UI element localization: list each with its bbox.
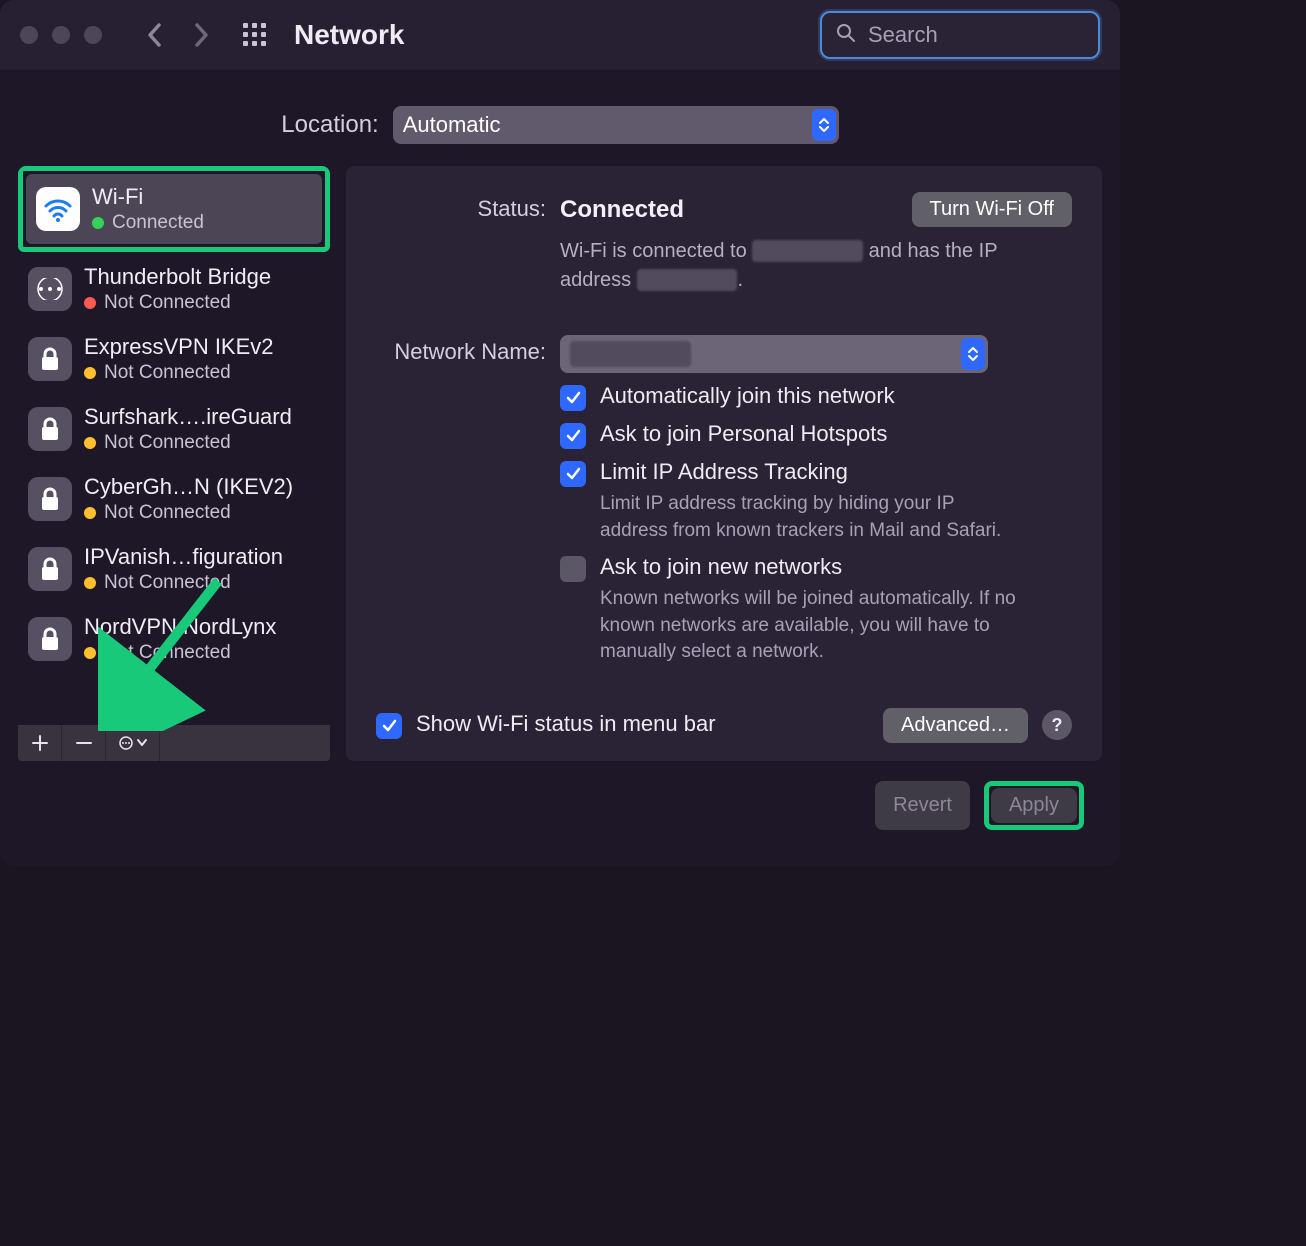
nav-buttons xyxy=(142,22,214,48)
service-status: Not Connected xyxy=(104,292,231,314)
service-item-thunderbolt[interactable]: Thunderbolt Bridge Not Connected xyxy=(18,254,330,324)
service-status: Not Connected xyxy=(104,572,231,594)
detail-bottom-bar: Show Wi-Fi status in menu bar Advanced… … xyxy=(376,688,1072,743)
search-input[interactable] xyxy=(868,22,1120,48)
lock-icon xyxy=(28,617,72,661)
checkbox-checked-icon xyxy=(560,385,586,411)
service-status: Not Connected xyxy=(104,502,231,524)
minimize-window-button[interactable] xyxy=(52,26,70,44)
checkbox-label: Limit IP Address Tracking xyxy=(600,459,1020,485)
service-detail-pane: Status: Connected Turn Wi-Fi Off Wi-Fi i… xyxy=(346,166,1102,761)
service-name: Wi-Fi xyxy=(92,184,204,210)
redacted-ip: XX.X.X.XX xyxy=(637,269,738,291)
service-status: Not Connected xyxy=(104,362,231,384)
bridge-icon xyxy=(28,267,72,311)
status-description: Wi-Fi is connected to XXXXXXXX and has t… xyxy=(560,237,1010,295)
annotation-highlight-apply: Apply xyxy=(984,781,1084,830)
status-dot-icon xyxy=(84,297,96,309)
show-menubar-checkbox-row[interactable]: Show Wi-Fi status in menu bar xyxy=(376,711,716,739)
service-status: Connected xyxy=(112,212,204,234)
status-label: Status: xyxy=(376,192,546,222)
checkbox-unchecked-icon xyxy=(560,556,586,582)
status-dot-icon xyxy=(84,647,96,659)
service-item-ipvanish[interactable]: IPVanish…figuration Not Connected xyxy=(18,534,330,604)
service-item-nordvpn[interactable]: NordVPN NordLynx Not Connected xyxy=(18,604,330,674)
show-all-button[interactable] xyxy=(242,22,268,48)
service-status: Not Connected xyxy=(104,642,231,664)
limit-ip-checkbox-row[interactable]: Limit IP Address Tracking Limit IP addre… xyxy=(560,459,1072,544)
location-value: Automatic xyxy=(403,112,501,138)
redacted-network-name: XXXXXXXX xyxy=(570,341,691,367)
checkbox-description: Known networks will be joined automatica… xyxy=(600,586,1020,666)
checkbox-description: Limit IP address tracking by hiding your… xyxy=(600,491,1020,544)
service-item-wifi[interactable]: Wi-Fi Connected xyxy=(26,174,322,244)
location-label: Location: xyxy=(281,111,378,139)
pane-body: Location: Automatic xyxy=(0,70,1120,866)
checkbox-label: Ask to join Personal Hotspots xyxy=(600,421,887,447)
checkbox-checked-icon xyxy=(560,423,586,449)
add-service-button[interactable] xyxy=(18,725,62,761)
checkbox-checked-icon xyxy=(376,713,402,739)
status-value: Connected xyxy=(560,196,684,224)
checkbox-checked-icon xyxy=(560,461,586,487)
forward-button[interactable] xyxy=(188,22,214,48)
status-dot-icon xyxy=(84,437,96,449)
service-item-expressvpn[interactable]: ExpressVPN IKEv2 Not Connected xyxy=(18,324,330,394)
lock-icon xyxy=(28,407,72,451)
personal-hotspot-checkbox-row[interactable]: Ask to join Personal Hotspots xyxy=(560,421,1072,449)
location-row: Location: Automatic xyxy=(18,90,1102,166)
service-name: ExpressVPN IKEv2 xyxy=(84,334,274,360)
select-stepper-icon xyxy=(961,338,985,370)
revert-button[interactable]: Revert xyxy=(875,781,970,830)
lock-icon xyxy=(28,477,72,521)
remove-service-button[interactable] xyxy=(62,725,106,761)
footer: Revert Apply xyxy=(18,761,1102,852)
service-name: IPVanish…figuration xyxy=(84,544,283,570)
annotation-highlight-wifi: Wi-Fi Connected xyxy=(18,166,330,252)
zoom-window-button[interactable] xyxy=(84,26,102,44)
network-preferences-window: Network Location: Automatic xyxy=(0,0,1120,866)
network-name-label: Network Name: xyxy=(376,335,546,365)
titlebar: Network xyxy=(0,0,1120,70)
service-name: Thunderbolt Bridge xyxy=(84,264,271,290)
checkbox-label: Ask to join new networks xyxy=(600,554,1020,580)
lock-icon xyxy=(28,547,72,591)
lock-icon xyxy=(28,337,72,381)
status-dot-icon xyxy=(84,507,96,519)
sidebar-toolbar xyxy=(18,725,330,761)
apply-button[interactable]: Apply xyxy=(991,788,1077,823)
help-button[interactable]: ? xyxy=(1042,710,1072,740)
service-item-cyberghost[interactable]: CyberGh…N (IKEV2) Not Connected xyxy=(18,464,330,534)
auto-join-checkbox-row[interactable]: Automatically join this network xyxy=(560,383,1072,411)
redacted-ssid: XXXXXXXX xyxy=(752,240,863,262)
ask-new-networks-checkbox-row[interactable]: Ask to join new networks Known networks … xyxy=(560,554,1072,666)
services-sidebar: Wi-Fi Connected Thunderbolt Bridge Not C… xyxy=(18,166,330,761)
network-name-select[interactable]: XXXXXXXX xyxy=(560,335,988,373)
service-actions-button[interactable] xyxy=(106,725,160,761)
service-name: CyberGh…N (IKEV2) xyxy=(84,474,293,500)
checkbox-label: Automatically join this network xyxy=(600,383,895,409)
location-select[interactable]: Automatic xyxy=(393,106,839,144)
status-dot-icon xyxy=(92,217,104,229)
traffic-lights xyxy=(20,26,112,44)
service-status: Not Connected xyxy=(104,432,231,454)
wifi-icon xyxy=(36,187,80,231)
back-button[interactable] xyxy=(142,22,168,48)
window-title: Network xyxy=(294,19,404,51)
service-name: Surfshark….ireGuard xyxy=(84,404,292,430)
checkbox-label: Show Wi-Fi status in menu bar xyxy=(416,711,716,737)
status-dot-icon xyxy=(84,577,96,589)
turn-wifi-off-button[interactable]: Turn Wi-Fi Off xyxy=(912,192,1072,227)
advanced-button[interactable]: Advanced… xyxy=(883,708,1028,743)
search-field[interactable] xyxy=(820,11,1100,59)
service-item-surfshark[interactable]: Surfshark….ireGuard Not Connected xyxy=(18,394,330,464)
services-list: Wi-Fi Connected Thunderbolt Bridge Not C… xyxy=(18,166,330,725)
service-name: NordVPN NordLynx xyxy=(84,614,276,640)
close-window-button[interactable] xyxy=(20,26,38,44)
select-stepper-icon xyxy=(812,109,836,141)
status-dot-icon xyxy=(84,367,96,379)
search-icon xyxy=(836,23,856,48)
